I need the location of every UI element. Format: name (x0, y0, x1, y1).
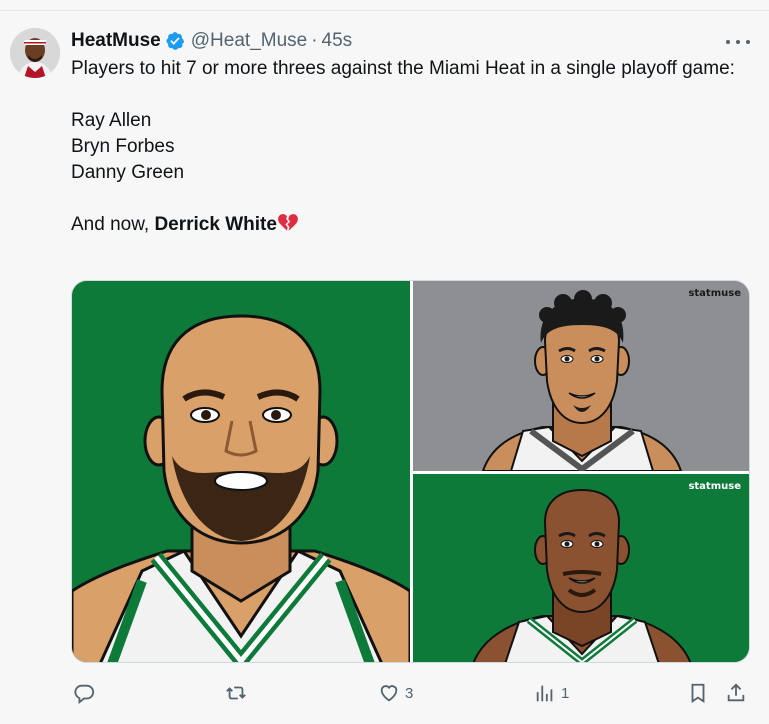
reply-button[interactable] (73, 680, 100, 706)
avatar[interactable] (10, 28, 60, 78)
tweet[interactable]: HeatMuse @Heat_Muse · 45s Players to hit… (0, 10, 769, 724)
views-icon (536, 685, 553, 702)
bookmark-icon (691, 683, 705, 703)
statmuse-watermark: statmuse (688, 288, 741, 299)
statmuse-watermark: statmuse (688, 481, 741, 492)
cartoon-player-bald-icon (413, 474, 749, 662)
tweet-text-line: Ray Allen (71, 110, 152, 131)
closing-prefix: And now, (71, 214, 155, 235)
share-button[interactable] (725, 680, 747, 706)
tweet-text: Players to hit 7 or more threes against … (71, 56, 741, 238)
cartoon-player-bald-bearded-icon (72, 281, 410, 662)
tweet-actions: 3 1 (71, 680, 761, 706)
share-icon (727, 683, 745, 702)
tweet-header: HeatMuse @Heat_Muse · 45s (71, 29, 352, 53)
media-image-2[interactable]: statmuse (413, 281, 749, 471)
more-icon[interactable] (726, 33, 750, 51)
heart-icon (380, 685, 398, 702)
media-image-1[interactable] (72, 281, 410, 662)
tweet-text-line: Bryn Forbes (71, 136, 175, 157)
timestamp[interactable]: 45s (322, 30, 353, 52)
tweet-text-line: Danny Green (71, 162, 185, 183)
separator-dot: · (311, 30, 318, 51)
bookmark-button[interactable] (687, 680, 709, 706)
cartoon-player-curly-hair-icon (413, 281, 749, 471)
broken-heart-icon (278, 214, 298, 231)
like-count: 3 (405, 684, 414, 702)
retweet-icon (226, 686, 246, 700)
verified-badge-icon (166, 32, 184, 50)
media-image-3[interactable]: statmuse (413, 474, 749, 662)
media-grid[interactable]: statmuse statmuse (71, 280, 750, 663)
display-name[interactable]: HeatMuse (71, 30, 161, 52)
handle[interactable]: @Heat_Muse (191, 30, 307, 52)
closing-bold-name: Derrick White (154, 214, 277, 235)
reply-icon (74, 684, 95, 704)
views-count: 1 (561, 684, 570, 702)
like-button[interactable]: 3 (378, 680, 413, 706)
tweet-text-line: Players to hit 7 or more threes against … (71, 58, 735, 79)
tweet-text-closing: And now, Derrick White (71, 212, 741, 238)
views-button[interactable]: 1 (534, 680, 569, 706)
retweet-button[interactable] (225, 680, 252, 706)
